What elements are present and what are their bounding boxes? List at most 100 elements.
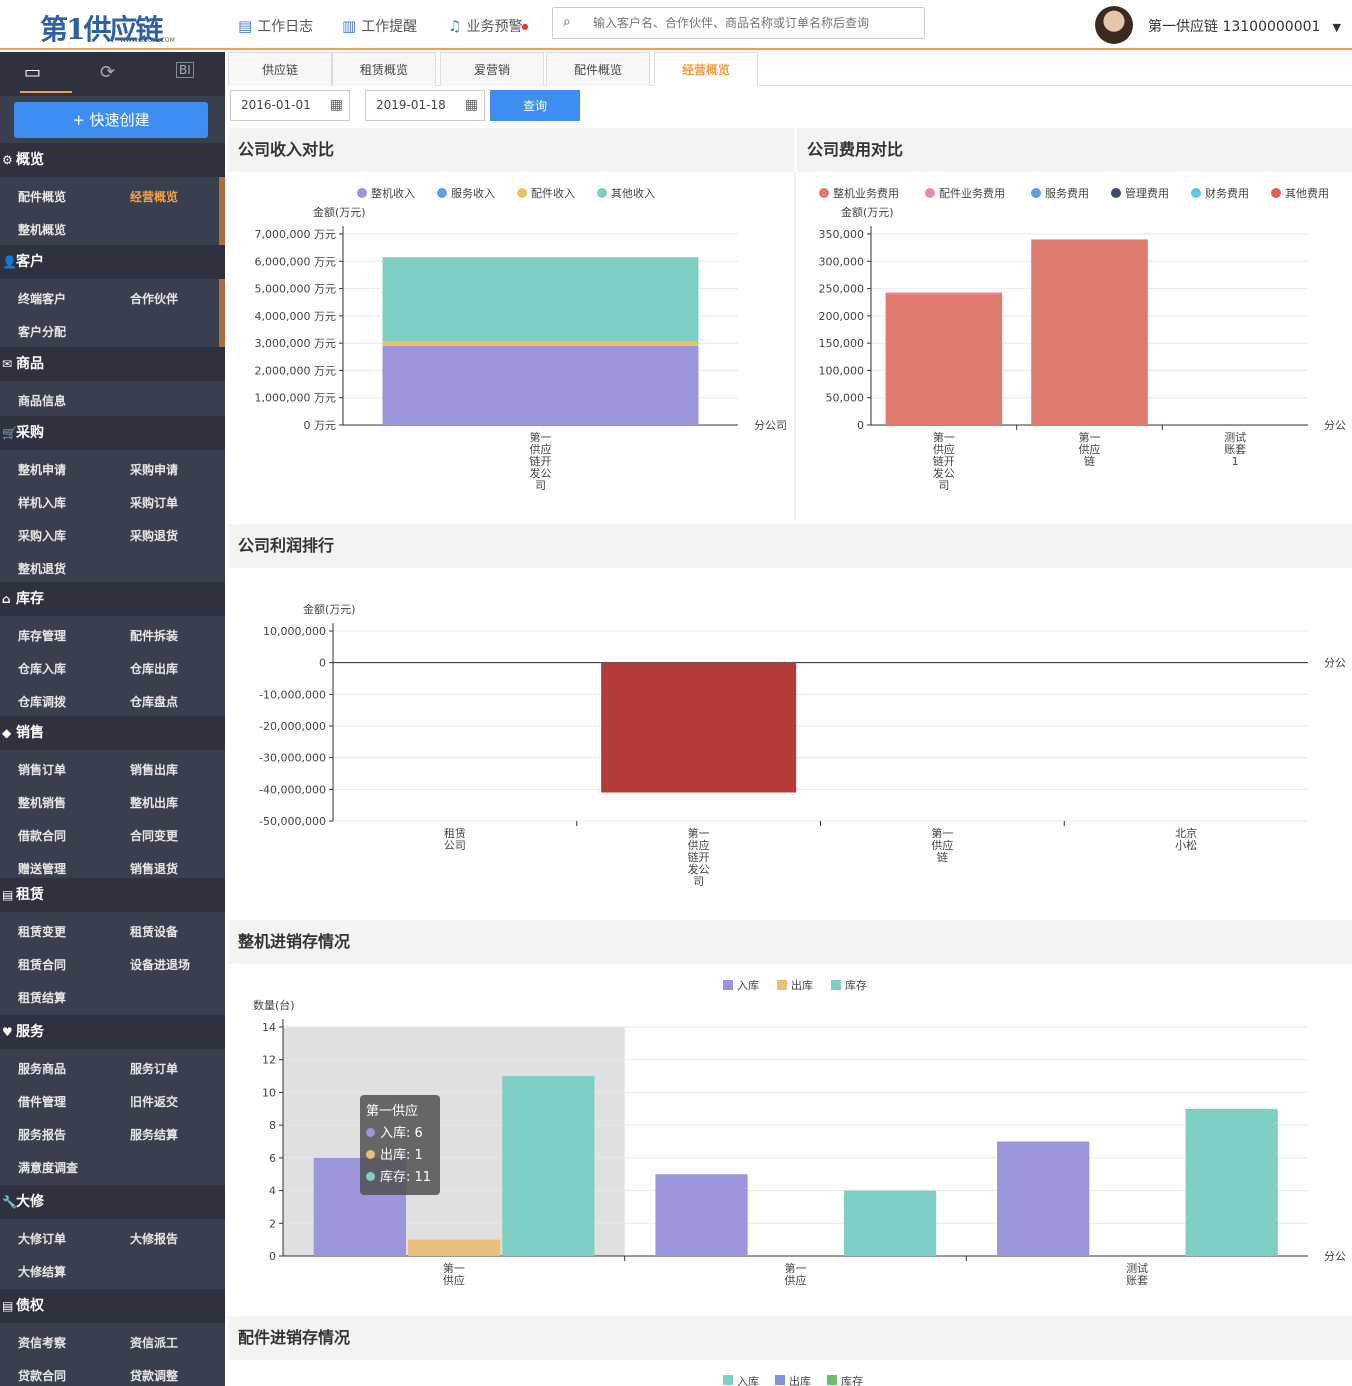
legend-label: 配件业务费用 (939, 187, 1005, 200)
legend-swatch (775, 1375, 785, 1385)
avatar[interactable] (1095, 6, 1133, 44)
sidebar-item[interactable]: 服务订单 (130, 1060, 178, 1077)
sidebar-item[interactable]: 借件管理 (18, 1093, 66, 1110)
sidebar-item[interactable]: 贷款调整 (130, 1367, 178, 1384)
nav-business-alert[interactable]: ♫ 业务预警 ● (448, 16, 528, 36)
sidebar-item[interactable]: 仓库盘点 (130, 693, 178, 710)
sidebar-item[interactable]: 仓库入库 (18, 660, 66, 677)
start-date-field[interactable]: 2016-01-01 ▦ (230, 90, 350, 121)
sidebar-section-5[interactable]: ◆ 销售 (0, 716, 225, 750)
bi-icon[interactable]: BI (176, 62, 194, 78)
tab-marketing[interactable]: 爱营销 (440, 52, 544, 86)
sidebar-item[interactable]: 旧件返交 (130, 1093, 178, 1110)
sidebar-item[interactable]: 服务商品 (18, 1060, 66, 1077)
tab-parts[interactable]: 配件概览 (546, 52, 650, 86)
sidebar-section-6[interactable]: ▤ 租赁 (0, 878, 225, 912)
sidebar-item[interactable]: 库存管理 (18, 627, 66, 644)
sidebar-item[interactable]: 贷款合同 (18, 1367, 66, 1384)
user-menu[interactable]: 第一供应链 13100000001 ▼ (1148, 16, 1341, 36)
profit-panel-title: 公司利润排行 (228, 524, 1352, 568)
sidebar-item[interactable]: 整机退货 (18, 560, 66, 577)
machine-bar (843, 1190, 937, 1256)
sidebar-item[interactable]: 配件概览 (18, 188, 66, 205)
sidebar-section-2[interactable]: ✉ 商品 (0, 347, 225, 381)
sidebar-item[interactable]: 资信派工 (130, 1334, 178, 1351)
sidebar-item[interactable]: 满意度调查 (18, 1159, 78, 1176)
monitor-icon[interactable]: ▭ (20, 62, 72, 93)
sidebar-item[interactable]: 整机申请 (18, 461, 66, 478)
sidebar-item[interactable]: 资信考察 (18, 1334, 66, 1351)
sidebar-item[interactable]: 销售订单 (18, 761, 66, 778)
sidebar-item[interactable]: 配件拆装 (130, 627, 178, 644)
sidebar-section-9[interactable]: ▤ 债权 (0, 1289, 225, 1323)
legend-label: 入库 (737, 1375, 759, 1386)
sidebar-item[interactable]: 商品信息 (18, 392, 66, 409)
quick-create-button[interactable]: + 快速创建 (14, 102, 208, 138)
x-category-label: 北京小松 (1175, 826, 1197, 852)
tab-supply-chain[interactable]: 供应链 (228, 52, 332, 86)
sidebar-section-4[interactable]: ⌂ 库存 (0, 582, 225, 616)
tab-rental[interactable]: 租赁概览 (332, 52, 436, 86)
income-bar (382, 345, 699, 425)
section-icon: ✉ (2, 357, 13, 371)
sidebar-top: ▭ ⟳ BI (0, 52, 225, 96)
nav-work-reminder[interactable]: ▥ 工作提醒 (342, 16, 417, 36)
sidebar-item[interactable]: 仓库调拨 (18, 693, 66, 710)
machine-bar (408, 1239, 501, 1256)
legend-swatch (831, 980, 841, 990)
logo[interactable]: 第1供应链 WWW.D1GYL.COM (40, 6, 200, 46)
sidebar-section-7[interactable]: ♥ 服务 (0, 1015, 225, 1049)
sidebar-item[interactable]: 大修报告 (130, 1230, 178, 1247)
legend-swatch (597, 188, 607, 198)
refresh-icon[interactable]: ⟳ (100, 62, 115, 83)
search-input[interactable] (593, 14, 913, 32)
y-tick-label: 2,000,000 万元 (255, 364, 336, 377)
y-axis-title: 数量(台) (253, 998, 295, 1012)
legend-label: 服务收入 (451, 186, 495, 200)
sidebar-item[interactable]: 大修结算 (18, 1263, 66, 1280)
sidebar-item[interactable]: 采购退货 (130, 527, 178, 544)
sidebar-item[interactable]: 终端客户 (18, 290, 66, 307)
sidebar-item[interactable]: 借款合同 (18, 827, 66, 844)
sidebar-item[interactable]: 整机概览 (18, 221, 66, 238)
sidebar-item[interactable]: 整机出库 (130, 794, 178, 811)
sidebar-section-1[interactable]: 👤客户 (0, 245, 225, 279)
sidebar-item[interactable]: 服务报告 (18, 1126, 66, 1143)
y-tick-label: 2 (269, 1217, 276, 1230)
sidebar-item[interactable]: 合同变更 (130, 827, 178, 844)
sidebar-item[interactable]: 客户分配 (18, 323, 66, 340)
sidebar-item[interactable]: 合作伙伴 (130, 290, 178, 307)
tab-business[interactable]: 经营概览 (654, 52, 758, 86)
sidebar-item[interactable]: 采购订单 (130, 494, 178, 511)
end-date-field[interactable]: 2019-01-18 ▦ (365, 90, 485, 121)
sidebar-item[interactable]: 服务结算 (130, 1126, 178, 1143)
search-box[interactable]: ⌕ (552, 7, 925, 39)
sidebar-item[interactable]: 采购申请 (130, 461, 178, 478)
sidebar-item[interactable]: 销售出库 (130, 761, 178, 778)
sidebar-item[interactable]: 销售退货 (130, 860, 178, 877)
y-tick-label: 6 (269, 1152, 276, 1165)
sidebar-item[interactable]: 整机销售 (18, 794, 66, 811)
legend-swatch (723, 1375, 733, 1385)
sidebar-item[interactable]: 租赁结算 (18, 989, 66, 1006)
sidebar-item[interactable]: 赠送管理 (18, 860, 66, 877)
legend-label: 整机收入 (371, 186, 415, 200)
legend-swatch (357, 188, 367, 198)
nav-work-log[interactable]: ▤ 工作日志 (238, 16, 313, 36)
sidebar-item[interactable]: 采购入库 (18, 527, 66, 544)
sidebar-item[interactable]: 经营概览 (130, 188, 178, 205)
sidebar-item[interactable]: 租赁合同 (18, 956, 66, 973)
sidebar-item[interactable]: 租赁变更 (18, 923, 66, 940)
sidebar-item[interactable]: 样机入库 (18, 494, 66, 511)
sidebar-item[interactable]: 设备进退场 (130, 956, 190, 973)
sidebar-section-0[interactable]: ⚙ 概览 (0, 143, 225, 177)
sidebar-item[interactable]: 租赁设备 (130, 923, 178, 940)
sidebar-item[interactable]: 大修订单 (18, 1230, 66, 1247)
sidebar-section-8[interactable]: 🔧大修 (0, 1185, 225, 1219)
sidebar-item[interactable]: 仓库出库 (130, 660, 178, 677)
x-category-label: 测试账套 1 (1224, 431, 1246, 468)
sidebar-section-3[interactable]: 🛒采购 (0, 416, 225, 450)
x-category-label: 第一供应链 (931, 826, 953, 864)
query-button[interactable]: 查询 (490, 90, 580, 121)
y-tick-label: 3,000,000 万元 (255, 337, 336, 350)
